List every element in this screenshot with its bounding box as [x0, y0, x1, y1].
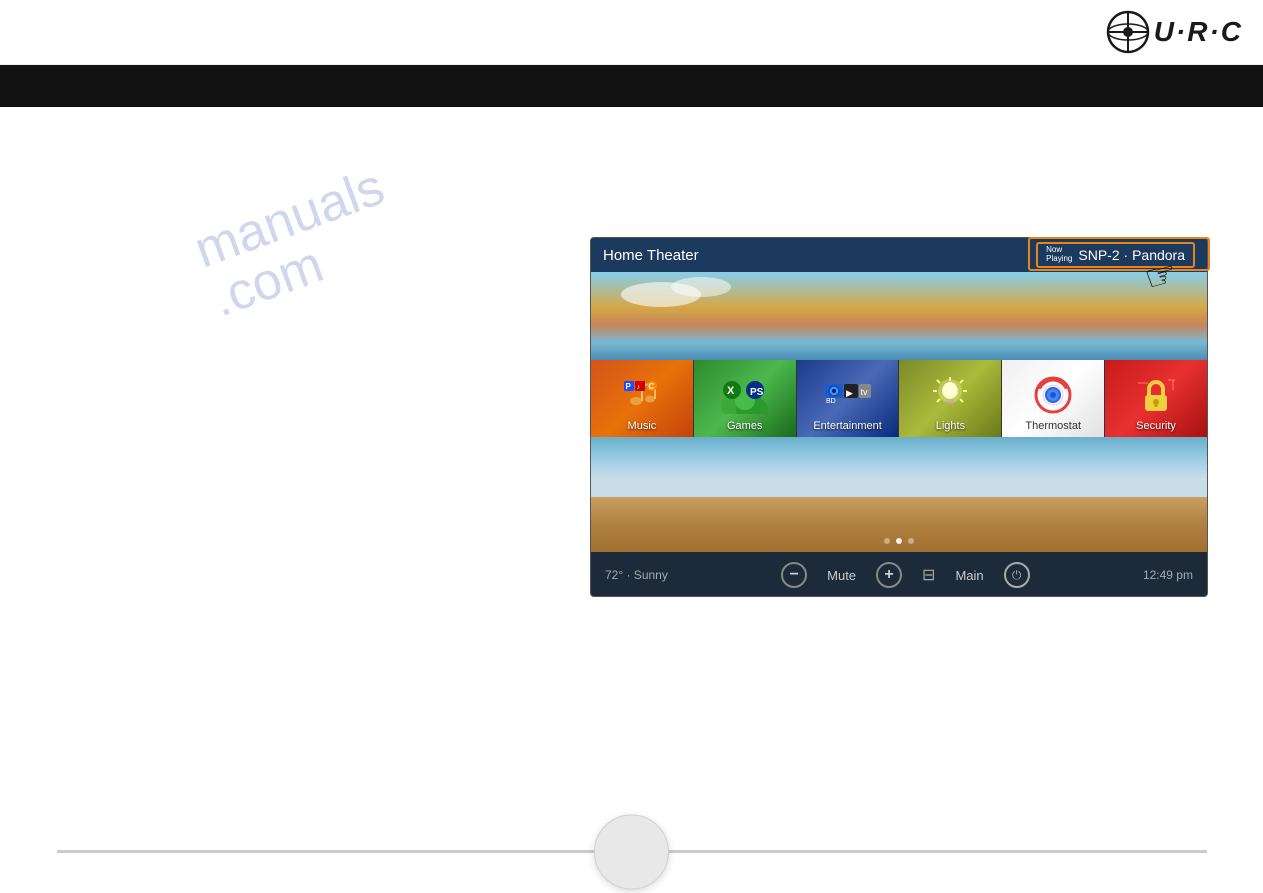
sc-sky-bg [591, 272, 1207, 360]
device-screenshot: Home Theater NowPlaying SNP-2 · Pandora [590, 237, 1208, 597]
lights-graphic-icon [927, 375, 973, 415]
logo-text: U·R·C [1154, 16, 1243, 48]
nav-bar [0, 65, 1263, 107]
entertainment-label: Entertainment [813, 420, 881, 432]
lights-tile[interactable]: Lights [899, 360, 1002, 437]
games-icon: X PS [720, 374, 770, 416]
thermostat-tile[interactable]: Thermostat [1002, 360, 1105, 437]
music-icon: P ♪ C [617, 374, 667, 416]
security-icon [1131, 374, 1181, 416]
thermostat-icon [1028, 374, 1078, 416]
security-label: Security [1136, 420, 1176, 432]
now-playing-label: NowPlaying [1046, 246, 1072, 264]
svg-text:tv: tv [860, 387, 868, 397]
progress-area [0, 850, 1263, 853]
svg-text:♪: ♪ [636, 384, 640, 391]
page-dot-1 [884, 538, 890, 544]
now-playing-button[interactable]: NowPlaying SNP-2 · Pandora [1036, 242, 1195, 268]
thermo-graphic-icon [1030, 375, 1076, 415]
power-button[interactable]: ⏻ [1004, 562, 1030, 588]
page-indicators [884, 538, 914, 544]
power-icon: ⏻ [1012, 568, 1022, 583]
volume-up-button[interactable]: + [876, 562, 902, 588]
entertainment-icon: BD ▶ tv [823, 374, 873, 416]
top-header: U·R·C [0, 0, 1263, 65]
thermostat-label: Thermostat [1025, 420, 1081, 432]
sc-controls: − Mute + ⊟ Main ⏻ [781, 562, 1030, 588]
svg-text:▶: ▶ [846, 388, 853, 398]
lights-label: Lights [936, 420, 965, 432]
sc-track-name: SNP-2 · Pandora [1078, 247, 1185, 263]
sc-header: Home Theater NowPlaying SNP-2 · Pandora [591, 238, 1207, 272]
progress-track[interactable] [57, 850, 1207, 853]
svg-text:PS: PS [750, 387, 764, 398]
volume-down-button[interactable]: − [781, 562, 807, 588]
progress-thumb[interactable] [594, 814, 669, 889]
sc-title: Home Theater [603, 247, 699, 264]
music-label: Music [628, 420, 657, 432]
security-graphic-icon [1133, 375, 1179, 415]
music-tile[interactable]: P ♪ C Music [591, 360, 694, 437]
source-button[interactable]: ⊟ [922, 565, 935, 585]
music-graphic-icon: P ♪ C [624, 381, 660, 409]
urc-logo: U·R·C [1106, 10, 1243, 54]
sc-icons-row: P ♪ C Music [591, 360, 1207, 437]
games-label: Games [727, 420, 762, 432]
main-content: manuals .com ☞ Home Theater NowPlaying S… [0, 107, 1263, 893]
sc-control-bar: 72° · Sunny − Mute + ⊟ Main ⏻ 12:49 pm [591, 552, 1207, 597]
sc-scenic-bg [591, 437, 1207, 552]
games-graphic-icon: X PS [720, 376, 770, 414]
watermark: manuals .com [187, 157, 410, 329]
svg-text:X: X [727, 385, 735, 397]
games-tile[interactable]: X PS Games [694, 360, 797, 437]
svg-text:P: P [625, 382, 631, 391]
sc-time: 12:49 pm [1143, 568, 1193, 582]
sc-weather: 72° · Sunny [605, 568, 668, 582]
mute-label[interactable]: Mute [827, 568, 856, 583]
entertainment-tile[interactable]: BD ▶ tv Entertainment [797, 360, 900, 437]
svg-text:BD: BD [826, 398, 836, 405]
page-dot-2 [896, 538, 902, 544]
lights-icon [925, 374, 975, 416]
ent-graphic-icon: BD ▶ tv [823, 376, 873, 414]
security-tile[interactable]: Security [1105, 360, 1207, 437]
svg-text:C: C [648, 382, 654, 391]
page-dot-3 [908, 538, 914, 544]
urc-logo-icon [1106, 10, 1150, 54]
main-label[interactable]: Main [955, 568, 983, 583]
